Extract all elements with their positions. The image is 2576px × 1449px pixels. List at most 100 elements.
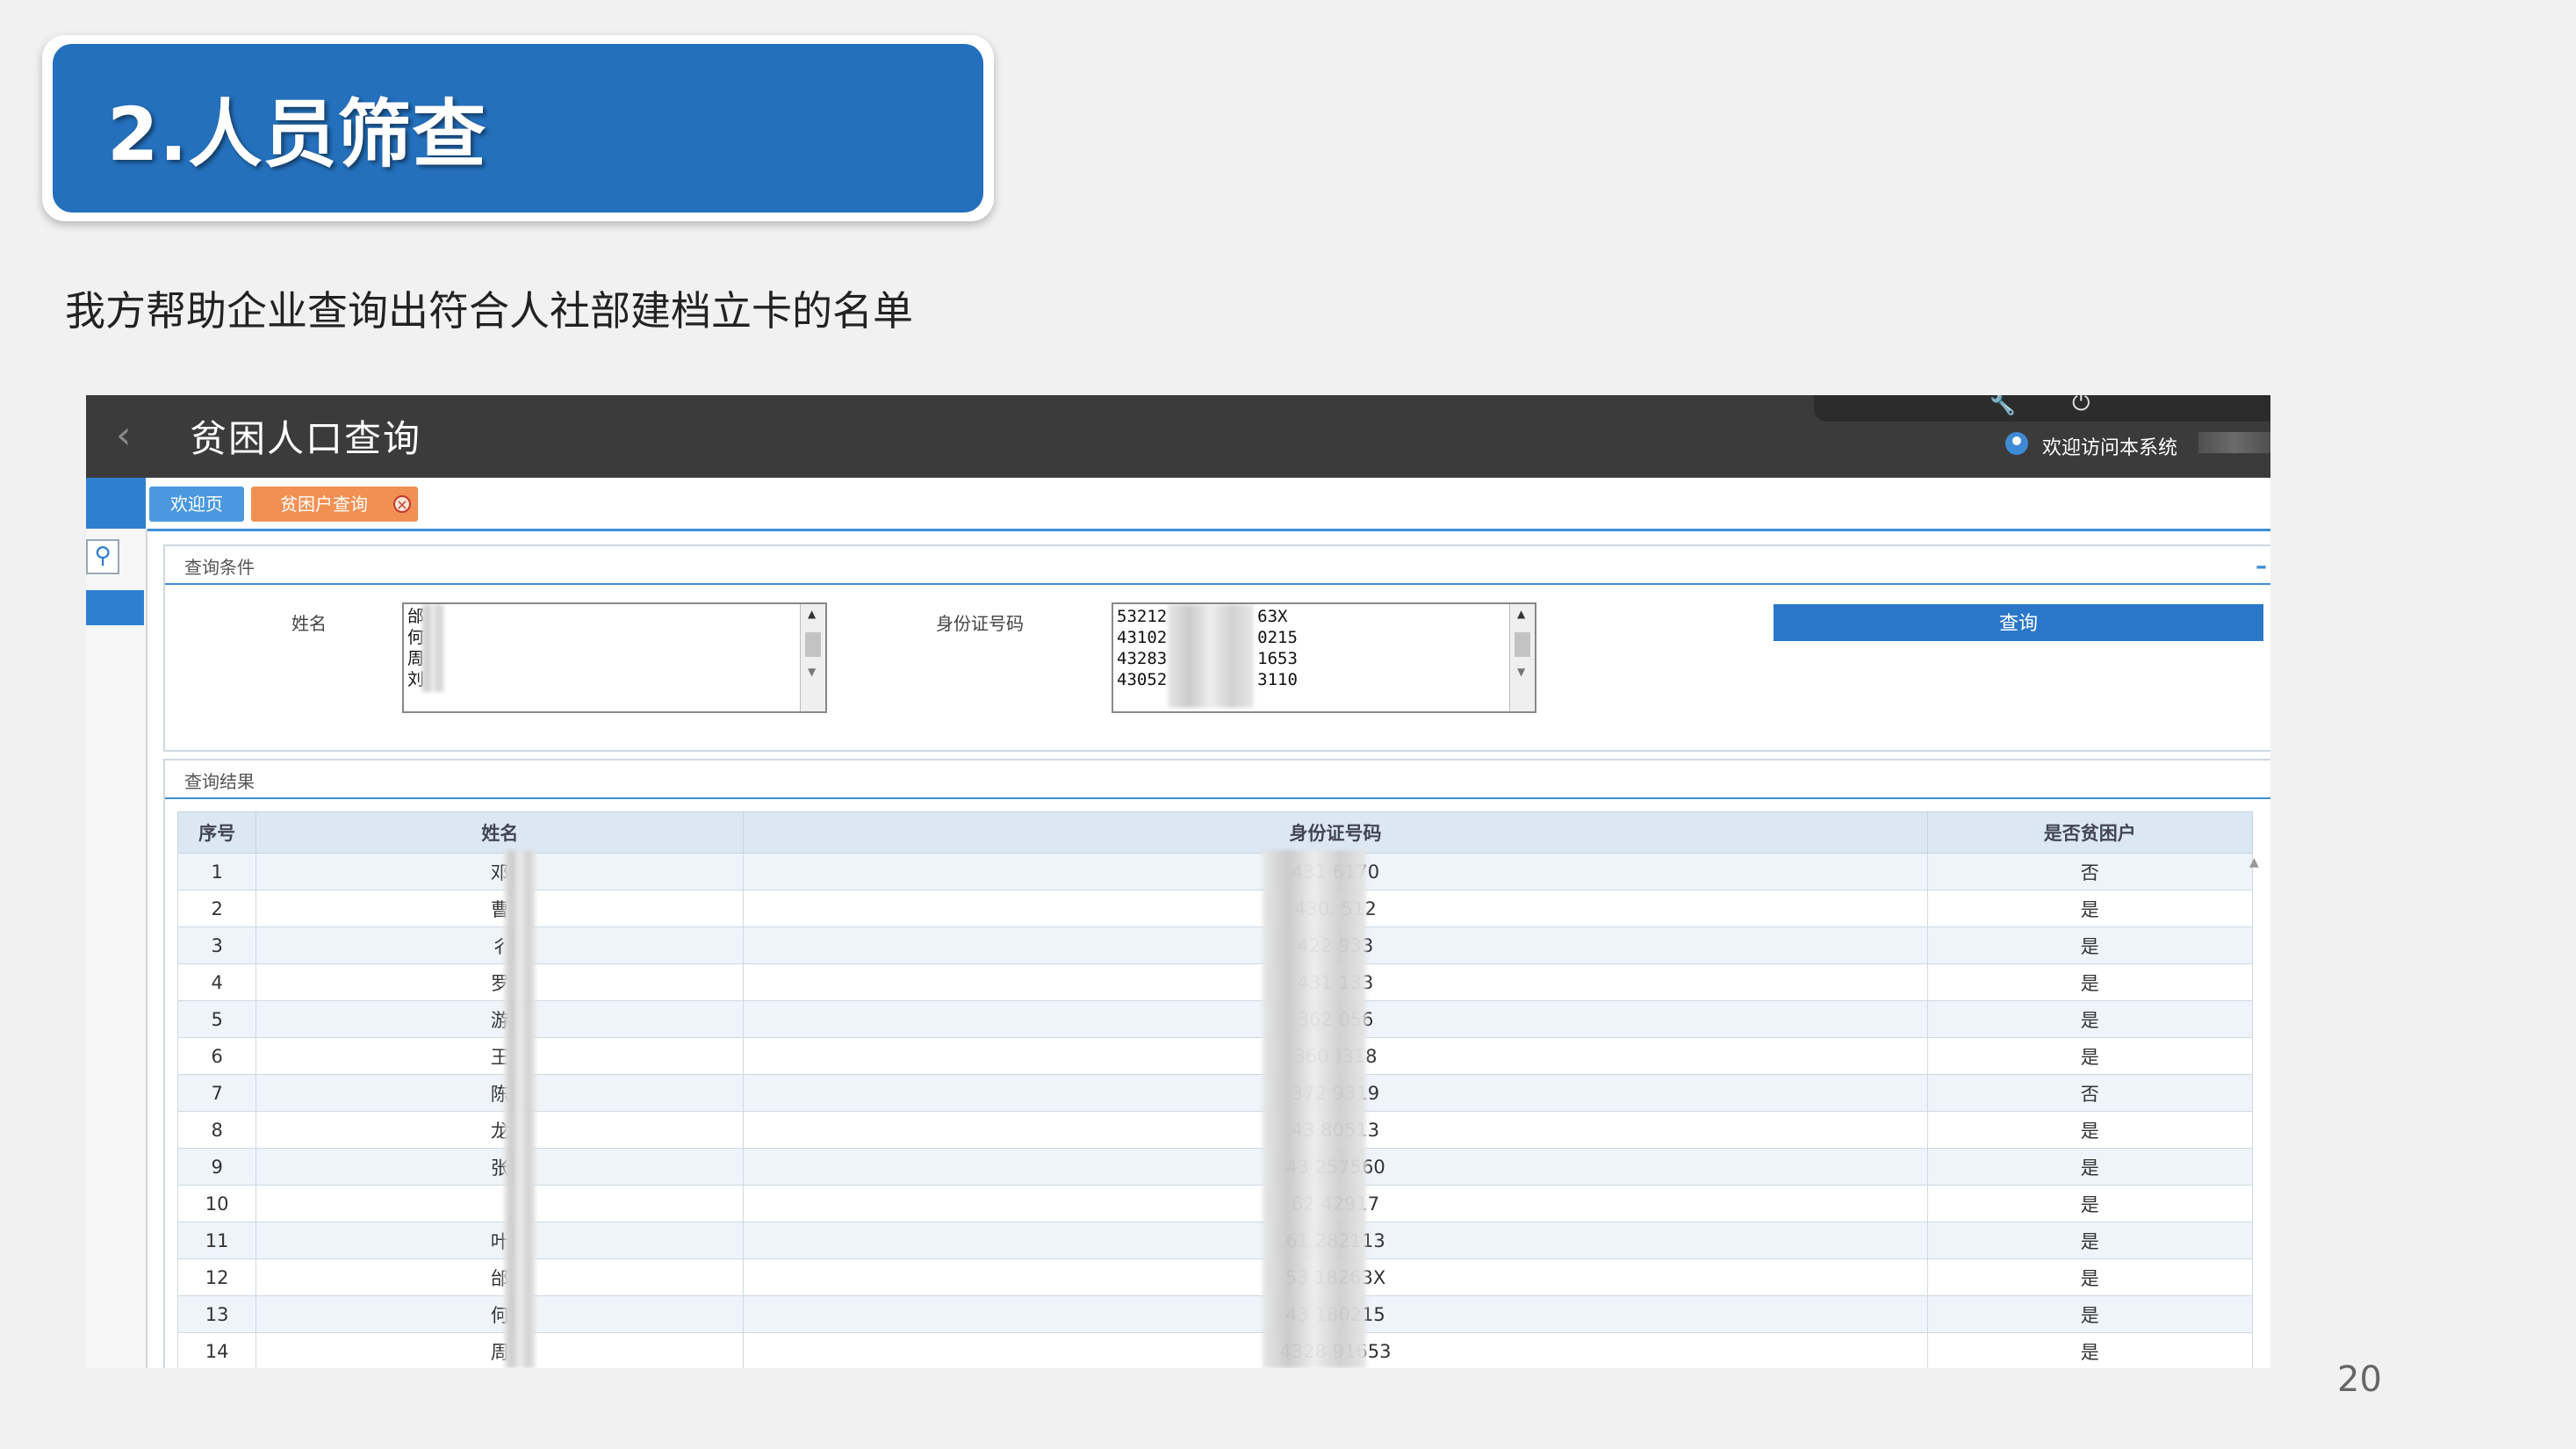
row-name: 罗 <box>255 963 745 1001</box>
row-is-poor: 是 <box>1926 1111 2254 1149</box>
row-name: 叶 <box>255 1222 745 1259</box>
row-name: 陈 <box>255 1074 745 1112</box>
table-row[interactable]: 2曹430. 512是 <box>176 890 2254 927</box>
table-header-row: 序号 姓名 身份证号码 是否贫困户 <box>176 811 2254 854</box>
row-name: 何 <box>255 1295 745 1333</box>
row-index: 14 <box>176 1332 257 1368</box>
power-icon[interactable]: ⏻ <box>2072 395 2090 417</box>
page-number: 20 <box>2337 1359 2382 1400</box>
toolbar-area <box>1814 395 2270 422</box>
query-results-panel: 查询结果 序号 姓名 身份证号码 是否贫困户 1邓431 6170否2曹430.… <box>163 759 2270 1368</box>
app-title: 贫困人口查询 <box>190 417 422 460</box>
slide-title-box: 2.人员筛查 <box>42 35 994 221</box>
table-row[interactable]: 8龙43 80513是 <box>176 1111 2254 1149</box>
row-is-poor: 是 <box>1926 1222 2254 1259</box>
id-input-scrollbar[interactable]: ▲ ▼ <box>1509 604 1535 711</box>
name-column-redaction <box>504 850 536 1368</box>
id-redaction <box>1168 604 1254 708</box>
query-conditions-title: 查询条件 <box>184 557 255 578</box>
scroll-up-icon[interactable]: ▲ <box>808 608 816 620</box>
back-arrow-icon[interactable]: ‹ <box>116 416 148 455</box>
username-redacted <box>2198 432 2270 453</box>
row-is-poor: 是 <box>1926 1185 2254 1222</box>
row-index: 7 <box>176 1074 257 1112</box>
id-column-redaction <box>1263 850 1366 1368</box>
table-row[interactable]: 3彳422 933是 <box>176 926 2254 964</box>
table-row[interactable]: 1062 42917是 <box>176 1185 2254 1222</box>
row-index: 9 <box>176 1148 257 1186</box>
table-row[interactable]: 11叶61 282113是 <box>176 1222 2254 1259</box>
column-header-name[interactable]: 姓名 <box>255 811 745 854</box>
row-index: 2 <box>176 890 257 927</box>
table-row[interactable]: 6王360 )318是 <box>176 1037 2254 1075</box>
scroll-thumb[interactable] <box>1515 632 1530 657</box>
row-name: 王 <box>255 1037 745 1075</box>
row-is-poor: 是 <box>1926 1332 2254 1368</box>
scroll-down-icon[interactable]: ▼ <box>1517 666 1525 678</box>
table-row[interactable]: 1邓431 6170否 <box>176 853 2254 890</box>
row-is-poor: 是 <box>1926 1000 2254 1038</box>
row-name: 龙 <box>255 1111 745 1149</box>
tab-welcome[interactable]: 欢迎页 <box>149 487 244 522</box>
row-index: 8 <box>176 1111 257 1149</box>
slide-title: 2.人员筛查 <box>107 90 487 177</box>
results-table: 序号 姓名 身份证号码 是否贫困户 1邓431 6170否2曹430. 512是… <box>176 811 2254 1368</box>
id-number-label: 身份证号码 <box>936 613 1024 634</box>
row-index: 11 <box>176 1222 257 1259</box>
row-is-poor: 是 <box>1926 963 2254 1001</box>
row-name: 邰 <box>255 1258 745 1296</box>
row-is-poor: 否 <box>1926 853 2254 890</box>
row-index: 3 <box>176 926 257 964</box>
row-name: 游 <box>255 1000 745 1038</box>
id-number-input[interactable]: 53212 63X 43102 0215 43283 1653 43052 31… <box>1112 602 1536 713</box>
table-row[interactable]: 4罗431 133是 <box>176 963 2254 1001</box>
table-row[interactable]: 13何43 180215是 <box>176 1295 2254 1333</box>
wrench-icon[interactable]: 🔧 <box>1990 395 2016 416</box>
row-index: 13 <box>176 1295 257 1333</box>
sidebar-item-active[interactable] <box>86 590 144 625</box>
row-index: 4 <box>176 963 257 1001</box>
tab-poverty-query-label: 贫困户查询 <box>280 494 368 515</box>
row-is-poor: 是 <box>1926 1037 2254 1075</box>
name-input[interactable]: 邰 何 周 刘 ▲ ▼ <box>402 602 827 713</box>
table-row[interactable]: 12邰53 18263X是 <box>176 1258 2254 1296</box>
table-row[interactable]: 9张43 257560是 <box>176 1148 2254 1186</box>
query-results-title: 查询结果 <box>184 771 255 792</box>
sidebar <box>86 529 148 1368</box>
column-header-index[interactable]: 序号 <box>176 811 257 854</box>
query-results-header: 查询结果 <box>165 761 2270 799</box>
row-name: 曹 <box>255 890 745 927</box>
close-icon[interactable]: × <box>393 495 411 513</box>
user-icon <box>2005 432 2028 455</box>
row-index: 6 <box>176 1037 257 1075</box>
collapse-icon[interactable]: – <box>2256 553 2267 580</box>
query-button[interactable]: 查询 <box>1774 604 2263 641</box>
column-header-poor[interactable]: 是否贫困户 <box>1926 811 2254 854</box>
row-is-poor: 是 <box>1926 926 2254 964</box>
tab-poverty-query[interactable]: 贫困户查询 × <box>251 487 418 522</box>
row-is-poor: 是 <box>1926 1295 2254 1333</box>
row-is-poor: 是 <box>1926 1258 2254 1296</box>
app-header: ‹ 贫困人口查询 🔧 ⏻ 欢迎访问本系统 <box>86 395 2270 478</box>
table-scroll-up-icon[interactable]: ▲ <box>2249 855 2259 869</box>
scroll-down-icon[interactable]: ▼ <box>808 666 816 678</box>
row-name: 周 <box>255 1332 745 1368</box>
row-name <box>255 1185 745 1222</box>
row-index: 5 <box>176 1000 257 1038</box>
table-row[interactable]: 14周4328 91653是 <box>176 1332 2254 1368</box>
column-header-id[interactable]: 身份证号码 <box>743 811 1928 854</box>
table-row[interactable]: 5游362 056是 <box>176 1000 2254 1038</box>
scroll-thumb[interactable] <box>805 632 821 657</box>
row-name: 彳 <box>255 926 745 964</box>
search-icon[interactable]: ⚲ <box>86 539 119 574</box>
sidebar-header <box>86 478 146 529</box>
row-name: 张 <box>255 1148 745 1186</box>
row-index: 1 <box>176 853 257 890</box>
scroll-up-icon[interactable]: ▲ <box>1517 608 1525 620</box>
name-input-scrollbar[interactable]: ▲ ▼ <box>800 604 825 711</box>
slide-title-banner: 2.人员筛查 <box>53 44 983 213</box>
query-conditions-header: 查询条件 – <box>165 546 2270 585</box>
table-row[interactable]: 7陈372 9319否 <box>176 1074 2254 1112</box>
welcome-text: 欢迎访问本系统 <box>2042 437 2178 459</box>
name-label: 姓名 <box>291 613 327 634</box>
